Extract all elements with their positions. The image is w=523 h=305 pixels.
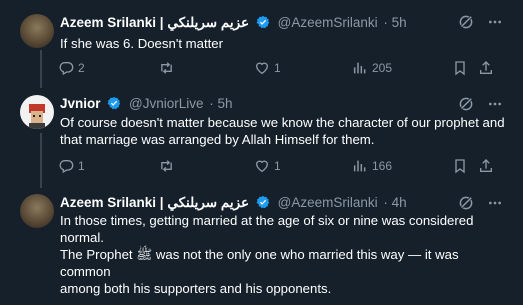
bookmark-button[interactable] <box>452 158 468 174</box>
share-icon <box>480 159 492 172</box>
tweet-header: Azeem Srilanki | عزيم سريلنكي @AzeemSril… <box>60 15 407 33</box>
views-icon <box>353 62 366 74</box>
bookmark-button[interactable] <box>452 60 468 76</box>
author-handle[interactable]: @AzeemSrilanki <box>278 195 378 210</box>
tweet-text-line: that marriage was arranged by Allah Hims… <box>60 132 375 147</box>
timestamp[interactable]: · 4h <box>383 195 406 210</box>
like-icon <box>255 62 269 75</box>
tweet-text-line: among both his supporters and his oppone… <box>60 281 332 296</box>
retweet-icon <box>161 62 172 74</box>
author-name[interactable]: Azeem Srilanki | عزيم سريلنكي <box>60 15 249 30</box>
tweet-text-line: Of course doesn't matter because we know… <box>60 115 505 130</box>
tweet-text: In those times, getting married at the a… <box>60 212 510 297</box>
avatar[interactable] <box>20 194 54 228</box>
retweet-button[interactable] <box>158 60 179 76</box>
author-handle[interactable]: @JvniorLive <box>129 96 203 111</box>
views-count: 205 <box>372 61 393 75</box>
tweet-text: If she was 6. Doesn't matter <box>60 35 510 52</box>
retweet-icon <box>161 160 172 172</box>
views-button[interactable]: 166 <box>352 158 392 174</box>
author-handle[interactable]: @AzeemSrilanki <box>278 15 378 30</box>
verified-icon <box>256 15 270 33</box>
grok-icon[interactable] <box>457 13 475 31</box>
like-count: 1 <box>274 159 281 173</box>
tweet[interactable]: Azeem Srilanki | عزيم سريلنكي @AzeemSril… <box>0 188 523 305</box>
timestamp[interactable]: · 5h <box>383 15 406 30</box>
verified-icon <box>256 195 270 213</box>
tweet[interactable]: Jvnior @JvniorLive · 5h Of course doesn'… <box>0 88 523 188</box>
timestamp[interactable]: · 5h <box>209 96 232 111</box>
avatar[interactable] <box>20 95 54 129</box>
reply-count: 1 <box>78 159 85 173</box>
share-button[interactable] <box>478 60 494 76</box>
reply-button[interactable]: 2 <box>58 60 85 76</box>
reply-button[interactable]: 1 <box>58 158 85 174</box>
bookmark-icon <box>455 61 465 76</box>
verified-icon <box>107 96 121 114</box>
like-count: 1 <box>274 61 281 75</box>
tweet-text-line: normal. <box>60 230 104 245</box>
grok-icon[interactable] <box>457 194 475 212</box>
grok-icon[interactable] <box>457 95 475 113</box>
bookmark-icon <box>455 159 465 174</box>
reply-count: 2 <box>78 61 85 75</box>
like-icon <box>255 160 269 173</box>
more-icon[interactable] <box>487 195 503 211</box>
tweet-text: Of course doesn't matter because we know… <box>60 114 510 148</box>
tweet-text-line: In those times, getting married at the a… <box>60 213 474 228</box>
views-icon <box>353 160 366 172</box>
avatar[interactable] <box>20 14 54 48</box>
views-count: 166 <box>372 159 393 173</box>
tweet-header: Azeem Srilanki | عزيم سريلنكي @AzeemSril… <box>60 195 407 213</box>
reply-icon <box>59 160 74 174</box>
tweet-text-line: If she was 6. Doesn't matter <box>60 36 224 51</box>
more-icon[interactable] <box>487 14 503 30</box>
views-button[interactable]: 205 <box>352 60 392 76</box>
share-icon <box>480 61 492 74</box>
tweet[interactable]: Azeem Srilanki | عزيم سريلنكي @AzeemSril… <box>0 0 523 88</box>
author-name[interactable]: Azeem Srilanki | عزيم سريلنكي <box>60 195 249 210</box>
more-icon[interactable] <box>487 96 503 112</box>
tweet-header: Jvnior @JvniorLive · 5h <box>60 96 233 114</box>
like-button[interactable]: 1 <box>254 60 281 76</box>
retweet-button[interactable] <box>158 158 179 174</box>
tweet-text-line: The Prophet ﷺ was not the only one who m… <box>60 247 459 279</box>
like-button[interactable]: 1 <box>254 158 281 174</box>
share-button[interactable] <box>478 158 494 174</box>
reply-icon <box>59 62 74 76</box>
author-name[interactable]: Jvnior <box>60 96 101 111</box>
